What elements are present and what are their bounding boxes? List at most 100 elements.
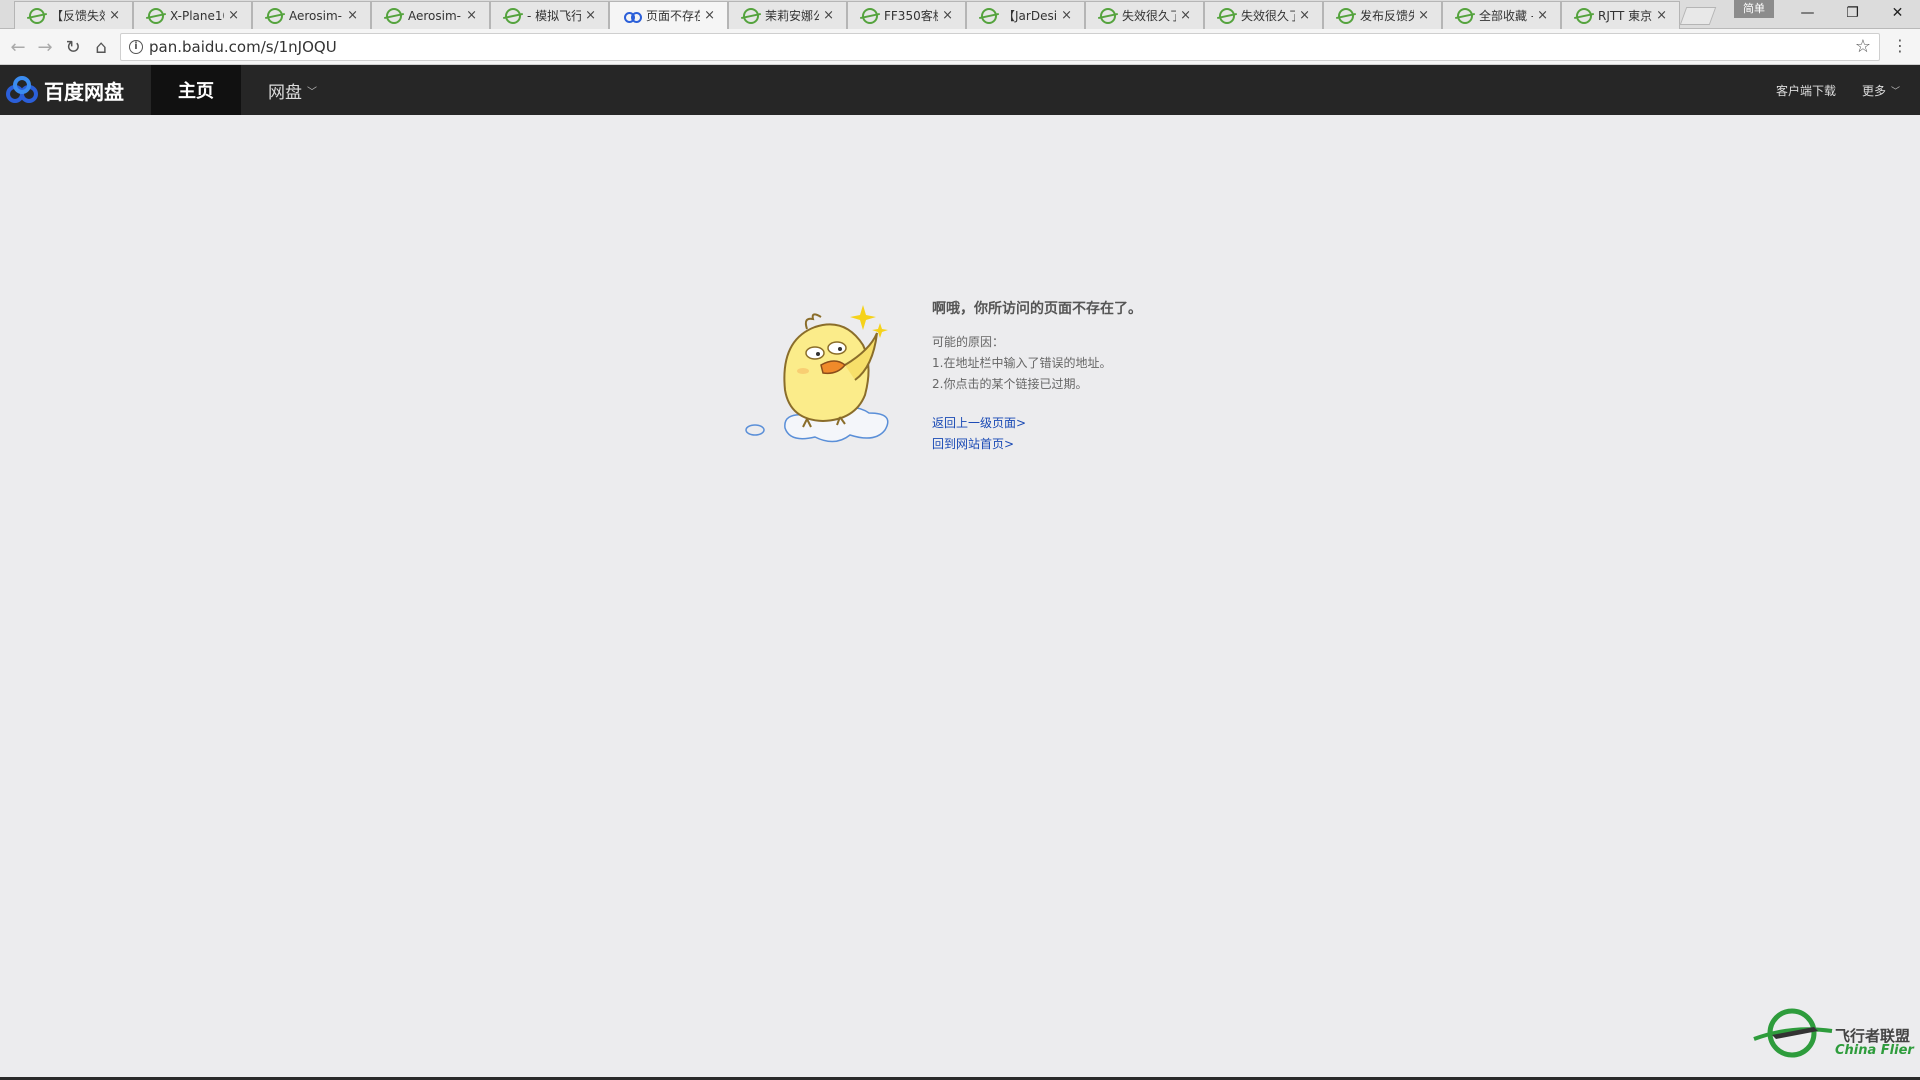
browser-tab[interactable]: 失效很久了 × xyxy=(1204,1,1323,29)
tab-close-icon[interactable]: × xyxy=(585,8,596,23)
chinaflier-favicon-icon xyxy=(1100,7,1116,24)
tab-title: 失效很久了 xyxy=(1241,9,1296,23)
nav-disk-label: 网盘 xyxy=(268,82,302,103)
url-text[interactable]: pan.baidu.com/s/1nJOQU xyxy=(149,38,337,56)
site-header: 百度网盘 主页 网盘 ﹀ 客户端下载 更多 ﹀ xyxy=(0,65,1920,115)
browser-tab[interactable]: RJTT 東京 × xyxy=(1561,1,1680,29)
chinaflier-logo-icon xyxy=(1753,1008,1833,1058)
tab-close-icon[interactable]: × xyxy=(466,8,477,23)
tab-close-icon[interactable]: × xyxy=(347,8,358,23)
error-links: 返回上一级页面> 回到网站首页> xyxy=(932,413,1142,455)
more-label: 更多 xyxy=(1862,83,1887,98)
back-arrow-icon[interactable]: ← xyxy=(6,35,30,59)
chinaflier-favicon-icon xyxy=(981,7,997,24)
chinaflier-favicon-icon xyxy=(267,7,283,24)
browser-tab[interactable]: - 模拟飞行 × xyxy=(490,1,609,29)
browser-tab[interactable]: Aerosim-R × xyxy=(371,1,490,29)
browser-tab[interactable]: 发布反馈失 × xyxy=(1323,1,1442,29)
bookmark-star-icon[interactable]: ☆ xyxy=(1855,36,1871,57)
browser-tab[interactable]: X-Plane10 × xyxy=(133,1,252,29)
tab-title: FF350客机 xyxy=(884,9,938,23)
browser-tab[interactable]: FF350客机 × xyxy=(847,1,966,29)
tab-title: Aerosim-R xyxy=(408,8,462,23)
site-info-icon[interactable]: i xyxy=(129,40,143,54)
chinaflier-favicon-icon xyxy=(862,7,878,24)
browser-tab[interactable]: Aerosim-R × xyxy=(252,1,371,29)
tab-title: 页面不存在 xyxy=(646,9,701,23)
baidu-cloud-favicon-icon xyxy=(624,8,642,24)
tab-close-icon[interactable]: × xyxy=(704,8,715,23)
chinaflier-favicon-icon xyxy=(386,7,402,24)
tab-title: 全部收藏 - xyxy=(1479,9,1534,23)
chick-mascot-illustration xyxy=(745,305,889,443)
browser-tab[interactable]: 【JarDesig× xyxy=(966,1,1085,29)
chick-pupil xyxy=(816,352,820,356)
chevron-down-icon: ﹀ xyxy=(1891,86,1901,97)
reload-icon[interactable]: ↻ xyxy=(61,35,85,59)
baidu-netdisk-logo[interactable]: 百度网盘 xyxy=(4,65,124,115)
tab-title: X-Plane10 xyxy=(170,8,224,23)
chinaflier-favicon-icon xyxy=(743,7,759,24)
chinaflier-favicon-icon xyxy=(505,7,521,24)
browser-tab[interactable]: 失效很久了 × xyxy=(1085,1,1204,29)
error-message-block: 啊哦，你所访问的页面不存在了。 可能的原因： 1.在地址栏中输入了错误的地址。 … xyxy=(932,298,1142,455)
tab-title: 发布反馈失 xyxy=(1360,9,1415,23)
browser-toolbar: ← → ↻ ⌂ i pan.baidu.com/s/1nJOQU ☆ ⋮ xyxy=(0,29,1920,65)
tab-close-icon[interactable]: × xyxy=(228,8,239,23)
home-icon[interactable]: ⌂ xyxy=(89,35,113,59)
tab-close-icon[interactable]: × xyxy=(1418,8,1429,23)
small-cloud-shape xyxy=(745,424,765,436)
chinaflier-favicon-icon xyxy=(1219,7,1235,24)
browser-tab[interactable]: 茉莉安娜公 × xyxy=(728,1,847,29)
tab-title: 茉莉安娜公 xyxy=(765,9,820,23)
chick-pupil xyxy=(838,347,842,351)
chick-eye-left xyxy=(805,346,825,360)
browser-tab-active[interactable]: 页面不存在 × xyxy=(609,1,728,29)
tab-title: RJTT 東京 xyxy=(1598,9,1653,23)
tab-close-icon[interactable]: × xyxy=(1180,8,1191,23)
tab-list: 【反馈失效】× X-Plane10 × Aerosim-R × Aerosim-R ×… xyxy=(14,1,1680,29)
reason-item: 1.在地址栏中输入了错误的地址。 xyxy=(932,356,1112,370)
nav-disk-menu[interactable]: 网盘 ﹀ xyxy=(268,65,317,115)
reasons-heading: 可能的原因： xyxy=(932,335,1005,349)
new-tab-button[interactable] xyxy=(1679,7,1717,25)
nav-home-tab[interactable]: 主页 xyxy=(151,65,241,115)
tab-close-icon[interactable]: × xyxy=(942,8,953,23)
chick-cheek xyxy=(797,368,809,374)
chinaflier-favicon-icon xyxy=(29,7,45,24)
chinaflier-favicon-icon xyxy=(1457,7,1473,24)
back-to-home-link[interactable]: 回到网站首页> xyxy=(932,434,1142,455)
tab-title: 失效很久了 xyxy=(1122,9,1177,23)
tab-close-icon[interactable]: × xyxy=(109,8,120,23)
tab-title: Aerosim-R xyxy=(289,8,343,23)
tab-close-icon[interactable]: × xyxy=(1061,8,1072,23)
address-bar[interactable]: i pan.baidu.com/s/1nJOQU ☆ xyxy=(120,33,1880,61)
browser-tab[interactable]: 全部收藏 - × xyxy=(1442,1,1561,29)
tab-close-icon[interactable]: × xyxy=(1299,8,1310,23)
tab-close-icon[interactable]: × xyxy=(823,8,834,23)
profile-button[interactable]: 简单 xyxy=(1734,0,1774,18)
chick-eye-right xyxy=(827,341,847,355)
chinaflier-favicon-icon xyxy=(1576,7,1592,24)
chinaflier-favicon-icon xyxy=(1338,7,1354,24)
sparkle-icon xyxy=(850,305,876,330)
reason-item: 2.你点击的某个链接已过期。 xyxy=(932,377,1088,391)
sparkle-icon xyxy=(872,323,888,338)
chinaflier-favicon-icon xyxy=(148,7,164,24)
forward-arrow-icon[interactable]: → xyxy=(33,35,57,59)
restore-icon[interactable]: ❐ xyxy=(1830,0,1875,26)
minimize-icon[interactable]: — xyxy=(1785,0,1830,26)
logo-text: 百度网盘 xyxy=(44,79,124,104)
tab-close-icon[interactable]: × xyxy=(1656,8,1667,23)
client-download-link[interactable]: 客户端下载 xyxy=(1776,65,1836,115)
watermark-en-text: China Flier xyxy=(1835,1043,1914,1058)
tab-title: - 模拟飞行 xyxy=(527,9,582,23)
back-to-previous-link[interactable]: 返回上一级页面> xyxy=(932,413,1142,434)
window-controls: — ❐ ✕ xyxy=(1785,0,1920,26)
tab-close-icon[interactable]: × xyxy=(1537,8,1548,23)
error-title: 啊哦，你所访问的页面不存在了。 xyxy=(932,301,1142,317)
browser-tab[interactable]: 【反馈失效】× xyxy=(14,1,133,29)
close-window-icon[interactable]: ✕ xyxy=(1875,0,1920,26)
browser-menu-icon[interactable]: ⋮ xyxy=(1892,36,1908,55)
more-menu[interactable]: 更多 ﹀ xyxy=(1862,65,1900,115)
